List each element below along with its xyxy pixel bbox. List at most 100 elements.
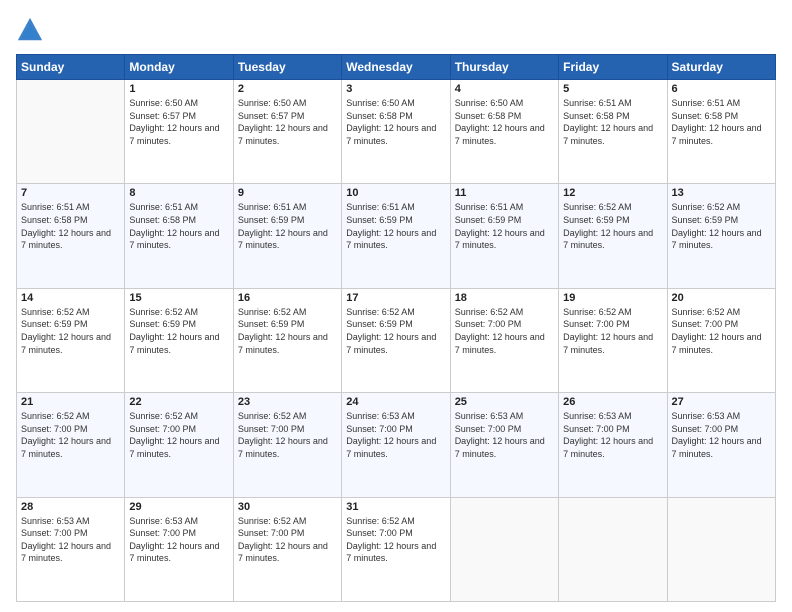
day-number: 19 bbox=[563, 292, 662, 304]
calendar-cell: 3 Sunrise: 6:50 AMSunset: 6:58 PMDaylight… bbox=[342, 80, 450, 184]
calendar-cell: 6 Sunrise: 6:51 AMSunset: 6:58 PMDaylight… bbox=[667, 80, 775, 184]
day-number: 7 bbox=[21, 187, 120, 199]
day-number: 8 bbox=[129, 187, 228, 199]
day-number: 6 bbox=[672, 83, 771, 95]
logo bbox=[16, 16, 48, 44]
day-number: 23 bbox=[238, 396, 337, 408]
calendar-week-row: 1 Sunrise: 6:50 AMSunset: 6:57 PMDaylight… bbox=[17, 80, 776, 184]
day-info: Sunrise: 6:52 AMSunset: 7:00 PMDaylight:… bbox=[563, 306, 662, 356]
calendar-cell: 19 Sunrise: 6:52 AMSunset: 7:00 PMDayligh… bbox=[559, 288, 667, 392]
calendar-week-row: 14Sunrise: 6:52 AMSunset: 6:59 PMDayligh… bbox=[17, 288, 776, 392]
day-info: Sunrise: 6:51 AMSunset: 6:58 PMDaylight:… bbox=[129, 201, 228, 251]
calendar-cell: 12 Sunrise: 6:52 AMSunset: 6:59 PMDayligh… bbox=[559, 184, 667, 288]
calendar-cell: 8 Sunrise: 6:51 AMSunset: 6:58 PMDaylight… bbox=[125, 184, 233, 288]
calendar-cell: 13 Sunrise: 6:52 AMSunset: 6:59 PMDayligh… bbox=[667, 184, 775, 288]
day-number: 16 bbox=[238, 292, 337, 304]
calendar-cell: 17 Sunrise: 6:52 AMSunset: 6:59 PMDayligh… bbox=[342, 288, 450, 392]
day-info: Sunrise: 6:51 AMSunset: 6:58 PMDaylight:… bbox=[672, 97, 771, 147]
calendar-cell: 21 Sunrise: 6:52 AMSunset: 7:00 PMDayligh… bbox=[17, 393, 125, 497]
day-info: Sunrise: 6:50 AMSunset: 6:57 PMDaylight:… bbox=[238, 97, 337, 147]
calendar-cell: 31 Sunrise: 6:52 AMSunset: 7:00 PMDayligh… bbox=[342, 497, 450, 601]
calendar-cell bbox=[667, 497, 775, 601]
calendar-cell bbox=[450, 497, 558, 601]
calendar-cell: 5 Sunrise: 6:51 AMSunset: 6:58 PMDaylight… bbox=[559, 80, 667, 184]
day-number: 21 bbox=[21, 396, 120, 408]
day-number: 11 bbox=[455, 187, 554, 199]
day-number: 1 bbox=[129, 83, 228, 95]
calendar-cell: 15 Sunrise: 6:52 AMSunset: 6:59 PMDayligh… bbox=[125, 288, 233, 392]
day-info: Sunrise: 6:50 AMSunset: 6:58 PMDaylight:… bbox=[346, 97, 445, 147]
day-info: Sunrise: 6:51 AMSunset: 6:58 PMDaylight:… bbox=[563, 97, 662, 147]
weekday-header: Friday bbox=[559, 55, 667, 80]
day-info: Sunrise: 6:51 AMSunset: 6:59 PMDaylight:… bbox=[346, 201, 445, 251]
day-number: 2 bbox=[238, 83, 337, 95]
logo-icon bbox=[16, 16, 44, 44]
day-number: 20 bbox=[672, 292, 771, 304]
calendar-cell: 11Sunrise: 6:51 AMSunset: 6:59 PMDayligh… bbox=[450, 184, 558, 288]
day-info: Sunrise: 6:51 AMSunset: 6:58 PMDaylight:… bbox=[21, 201, 120, 251]
day-info: Sunrise: 6:50 AMSunset: 6:58 PMDaylight:… bbox=[455, 97, 554, 147]
day-info: Sunrise: 6:52 AMSunset: 7:00 PMDaylight:… bbox=[21, 410, 120, 460]
day-number: 22 bbox=[129, 396, 228, 408]
day-info: Sunrise: 6:52 AMSunset: 7:00 PMDaylight:… bbox=[346, 515, 445, 565]
weekday-header: Wednesday bbox=[342, 55, 450, 80]
calendar-cell: 4Sunrise: 6:50 AMSunset: 6:58 PMDaylight… bbox=[450, 80, 558, 184]
day-number: 3 bbox=[346, 83, 445, 95]
weekday-header: Sunday bbox=[17, 55, 125, 80]
calendar-cell: 9 Sunrise: 6:51 AMSunset: 6:59 PMDaylight… bbox=[233, 184, 341, 288]
day-info: Sunrise: 6:53 AMSunset: 7:00 PMDaylight:… bbox=[455, 410, 554, 460]
day-info: Sunrise: 6:52 AMSunset: 7:00 PMDaylight:… bbox=[238, 410, 337, 460]
day-info: Sunrise: 6:53 AMSunset: 7:00 PMDaylight:… bbox=[672, 410, 771, 460]
calendar-cell: 20 Sunrise: 6:52 AMSunset: 7:00 PMDayligh… bbox=[667, 288, 775, 392]
calendar-table: SundayMondayTuesdayWednesdayThursdayFrid… bbox=[16, 54, 776, 602]
day-info: Sunrise: 6:52 AMSunset: 7:00 PMDaylight:… bbox=[455, 306, 554, 356]
day-info: Sunrise: 6:50 AMSunset: 6:57 PMDaylight:… bbox=[129, 97, 228, 147]
day-number: 30 bbox=[238, 501, 337, 513]
calendar-cell: 16 Sunrise: 6:52 AMSunset: 6:59 PMDayligh… bbox=[233, 288, 341, 392]
weekday-header: Tuesday bbox=[233, 55, 341, 80]
calendar-week-row: 21 Sunrise: 6:52 AMSunset: 7:00 PMDayligh… bbox=[17, 393, 776, 497]
day-info: Sunrise: 6:53 AMSunset: 7:00 PMDaylight:… bbox=[21, 515, 120, 565]
day-number: 15 bbox=[129, 292, 228, 304]
calendar-cell: 26Sunrise: 6:53 AMSunset: 7:00 PMDayligh… bbox=[559, 393, 667, 497]
day-number: 27 bbox=[672, 396, 771, 408]
day-info: Sunrise: 6:51 AMSunset: 6:59 PMDaylight:… bbox=[238, 201, 337, 251]
day-number: 9 bbox=[238, 187, 337, 199]
calendar-cell: 28 Sunrise: 6:53 AMSunset: 7:00 PMDayligh… bbox=[17, 497, 125, 601]
day-info: Sunrise: 6:52 AMSunset: 6:59 PMDaylight:… bbox=[346, 306, 445, 356]
day-number: 25 bbox=[455, 396, 554, 408]
calendar-cell: 23 Sunrise: 6:52 AMSunset: 7:00 PMDayligh… bbox=[233, 393, 341, 497]
day-number: 18 bbox=[455, 292, 554, 304]
calendar-cell: 7 Sunrise: 6:51 AMSunset: 6:58 PMDaylight… bbox=[17, 184, 125, 288]
day-info: Sunrise: 6:52 AMSunset: 7:00 PMDaylight:… bbox=[672, 306, 771, 356]
day-info: Sunrise: 6:52 AMSunset: 6:59 PMDaylight:… bbox=[129, 306, 228, 356]
day-number: 29 bbox=[129, 501, 228, 513]
calendar-cell: 29 Sunrise: 6:53 AMSunset: 7:00 PMDayligh… bbox=[125, 497, 233, 601]
calendar-cell: 18 Sunrise: 6:52 AMSunset: 7:00 PMDayligh… bbox=[450, 288, 558, 392]
day-number: 17 bbox=[346, 292, 445, 304]
day-info: Sunrise: 6:52 AMSunset: 7:00 PMDaylight:… bbox=[129, 410, 228, 460]
day-number: 5 bbox=[563, 83, 662, 95]
weekday-header: Monday bbox=[125, 55, 233, 80]
page-header bbox=[16, 16, 776, 44]
day-number: 13 bbox=[672, 187, 771, 199]
calendar-cell bbox=[17, 80, 125, 184]
day-info: Sunrise: 6:52 AMSunset: 6:59 PMDaylight:… bbox=[238, 306, 337, 356]
weekday-header-row: SundayMondayTuesdayWednesdayThursdayFrid… bbox=[17, 55, 776, 80]
weekday-header: Saturday bbox=[667, 55, 775, 80]
calendar-week-row: 28 Sunrise: 6:53 AMSunset: 7:00 PMDayligh… bbox=[17, 497, 776, 601]
day-info: Sunrise: 6:52 AMSunset: 6:59 PMDaylight:… bbox=[563, 201, 662, 251]
day-number: 26 bbox=[563, 396, 662, 408]
calendar-cell: 22 Sunrise: 6:52 AMSunset: 7:00 PMDayligh… bbox=[125, 393, 233, 497]
day-info: Sunrise: 6:52 AMSunset: 6:59 PMDaylight:… bbox=[672, 201, 771, 251]
calendar-cell: 24Sunrise: 6:53 AMSunset: 7:00 PMDayligh… bbox=[342, 393, 450, 497]
day-number: 28 bbox=[21, 501, 120, 513]
calendar-page: SundayMondayTuesdayWednesdayThursdayFrid… bbox=[0, 0, 792, 612]
day-number: 31 bbox=[346, 501, 445, 513]
day-number: 12 bbox=[563, 187, 662, 199]
calendar-cell: 27 Sunrise: 6:53 AMSunset: 7:00 PMDayligh… bbox=[667, 393, 775, 497]
calendar-cell: 1 Sunrise: 6:50 AMSunset: 6:57 PMDaylight… bbox=[125, 80, 233, 184]
day-info: Sunrise: 6:53 AMSunset: 7:00 PMDaylight:… bbox=[129, 515, 228, 565]
day-info: Sunrise: 6:52 AMSunset: 6:59 PMDaylight:… bbox=[21, 306, 120, 356]
calendar-cell bbox=[559, 497, 667, 601]
